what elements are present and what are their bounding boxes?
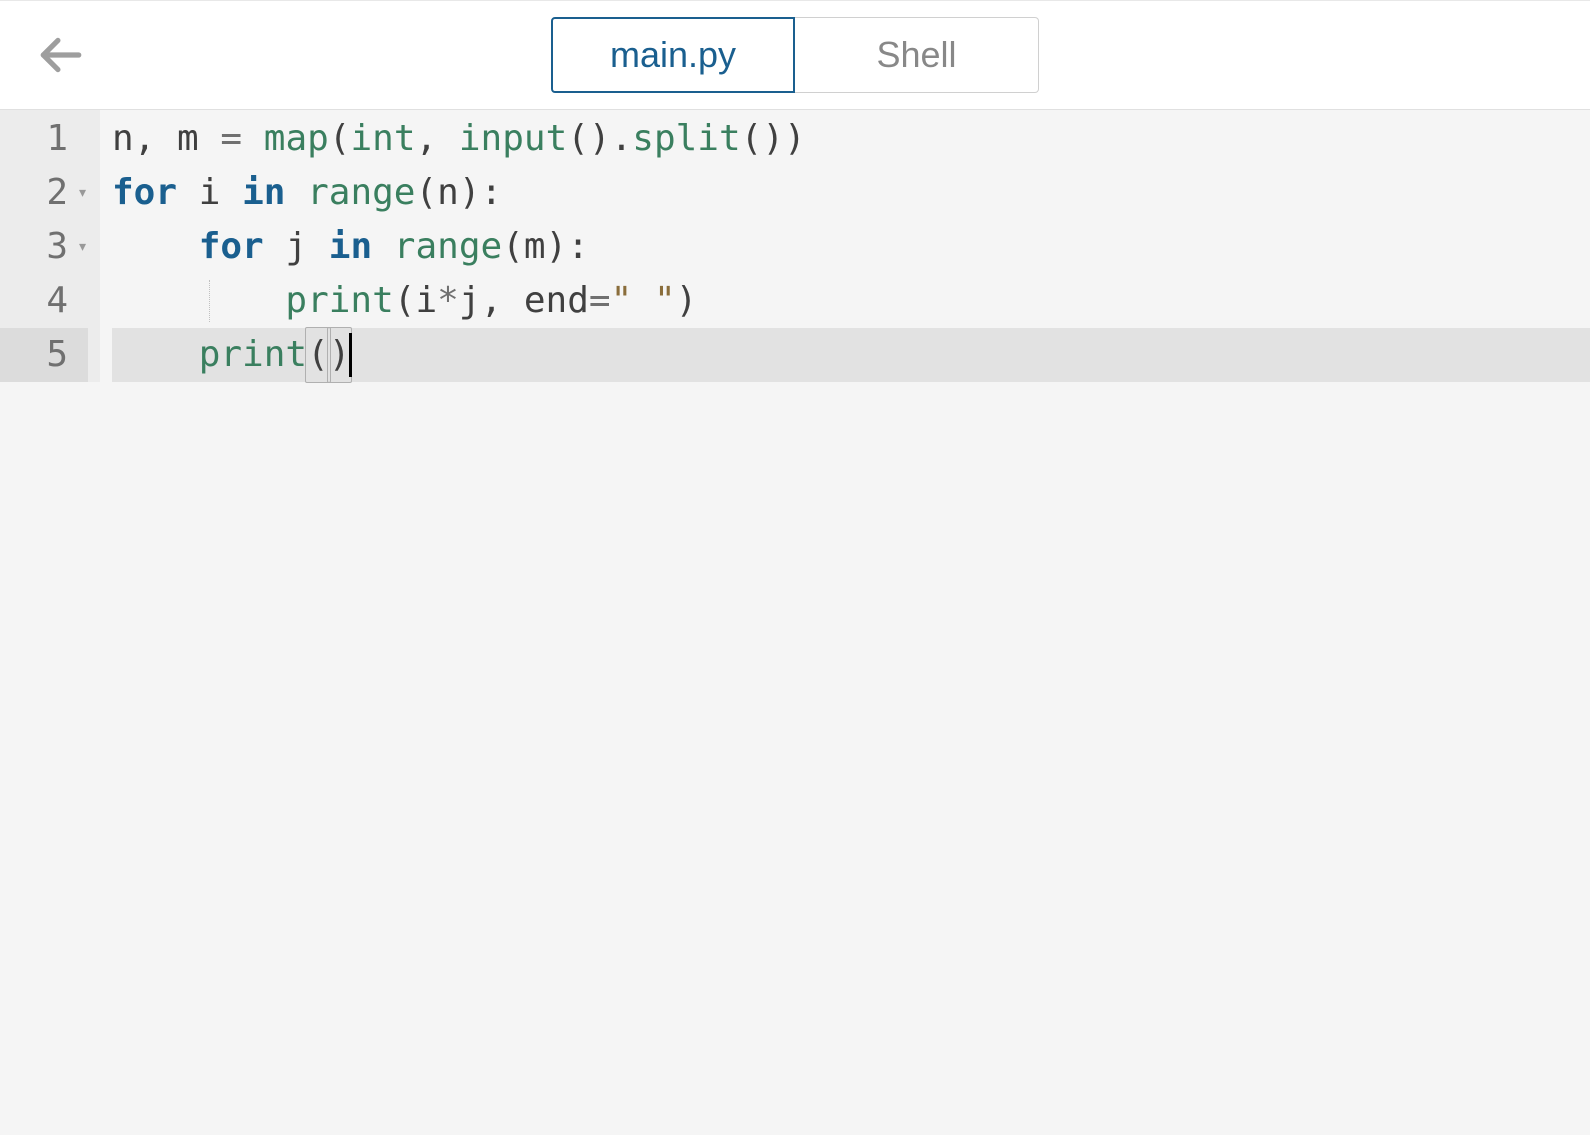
token-name: i bbox=[199, 166, 242, 220]
tab-label: main.py bbox=[610, 34, 736, 76]
line-number: 4 bbox=[0, 274, 88, 328]
token-punct bbox=[112, 220, 199, 274]
fold-marker-icon[interactable]: ▾ bbox=[74, 166, 88, 220]
token-name: j bbox=[285, 220, 328, 274]
token-builtin: map bbox=[264, 112, 329, 166]
code-line[interactable]: for i in range(n): bbox=[112, 166, 1590, 220]
token-punct: ) bbox=[676, 274, 698, 328]
code-line[interactable]: print() bbox=[112, 328, 1590, 382]
token-name: m bbox=[177, 112, 220, 166]
token-punct: ): bbox=[546, 220, 589, 274]
token-name: n bbox=[437, 166, 459, 220]
code-line[interactable]: print(i*j, end=" ") bbox=[112, 274, 1590, 328]
token-punct: ()) bbox=[741, 112, 806, 166]
token-punct: , bbox=[481, 274, 524, 328]
token-punct: (). bbox=[567, 112, 632, 166]
token-punct: , bbox=[134, 112, 177, 166]
code-area[interactable]: n, m = map(int, input().split())for i in… bbox=[100, 110, 1590, 382]
token-name: end bbox=[524, 274, 589, 328]
token-punct bbox=[112, 274, 285, 328]
token-builtin: range bbox=[394, 220, 502, 274]
code-editor[interactable]: 12▾3▾45 n, m = map(int, input().split())… bbox=[0, 110, 1590, 382]
token-builtin: range bbox=[307, 166, 415, 220]
back-button[interactable] bbox=[30, 25, 90, 85]
token-builtin: int bbox=[350, 112, 415, 166]
line-number: 2▾ bbox=[0, 166, 88, 220]
token-punct bbox=[112, 328, 199, 382]
tab-label: Shell bbox=[876, 34, 956, 76]
indent-guide bbox=[209, 280, 210, 322]
token-builtin: split bbox=[632, 112, 740, 166]
token-builtin: print bbox=[199, 328, 307, 382]
token-punct: ( bbox=[394, 274, 416, 328]
arrow-left-icon bbox=[35, 30, 85, 80]
token-name: i bbox=[415, 274, 437, 328]
text-cursor bbox=[349, 333, 352, 377]
token-name: j bbox=[459, 274, 481, 328]
token-punct: ( bbox=[329, 112, 351, 166]
token-builtin: print bbox=[285, 274, 393, 328]
line-number: 3▾ bbox=[0, 220, 88, 274]
token-punct: ( bbox=[502, 220, 524, 274]
token-op: = bbox=[589, 274, 611, 328]
code-line[interactable]: n, m = map(int, input().split()) bbox=[112, 112, 1590, 166]
header: main.py Shell bbox=[0, 0, 1590, 110]
fold-marker-icon[interactable]: ▾ bbox=[74, 220, 88, 274]
token-punct: ( bbox=[415, 166, 437, 220]
line-number: 5 bbox=[0, 328, 88, 382]
token-name: n bbox=[112, 112, 134, 166]
token-keyword: for bbox=[112, 166, 199, 220]
gutter: 12▾3▾45 bbox=[0, 110, 100, 382]
token-punct: , bbox=[416, 112, 459, 166]
token-keyword: for bbox=[199, 220, 286, 274]
tab-shell[interactable]: Shell bbox=[795, 17, 1039, 93]
token-op: = bbox=[220, 112, 263, 166]
token-string: " " bbox=[611, 274, 676, 328]
token-builtin: input bbox=[459, 112, 567, 166]
line-number: 1 bbox=[0, 112, 88, 166]
token-name: m bbox=[524, 220, 546, 274]
token-punct: ): bbox=[459, 166, 502, 220]
token-keyword: in bbox=[242, 166, 307, 220]
token-op: * bbox=[437, 274, 459, 328]
code-line[interactable]: for j in range(m): bbox=[112, 220, 1590, 274]
tab-main-py[interactable]: main.py bbox=[551, 17, 795, 93]
tab-bar: main.py Shell bbox=[551, 17, 1039, 93]
token-keyword: in bbox=[329, 220, 394, 274]
